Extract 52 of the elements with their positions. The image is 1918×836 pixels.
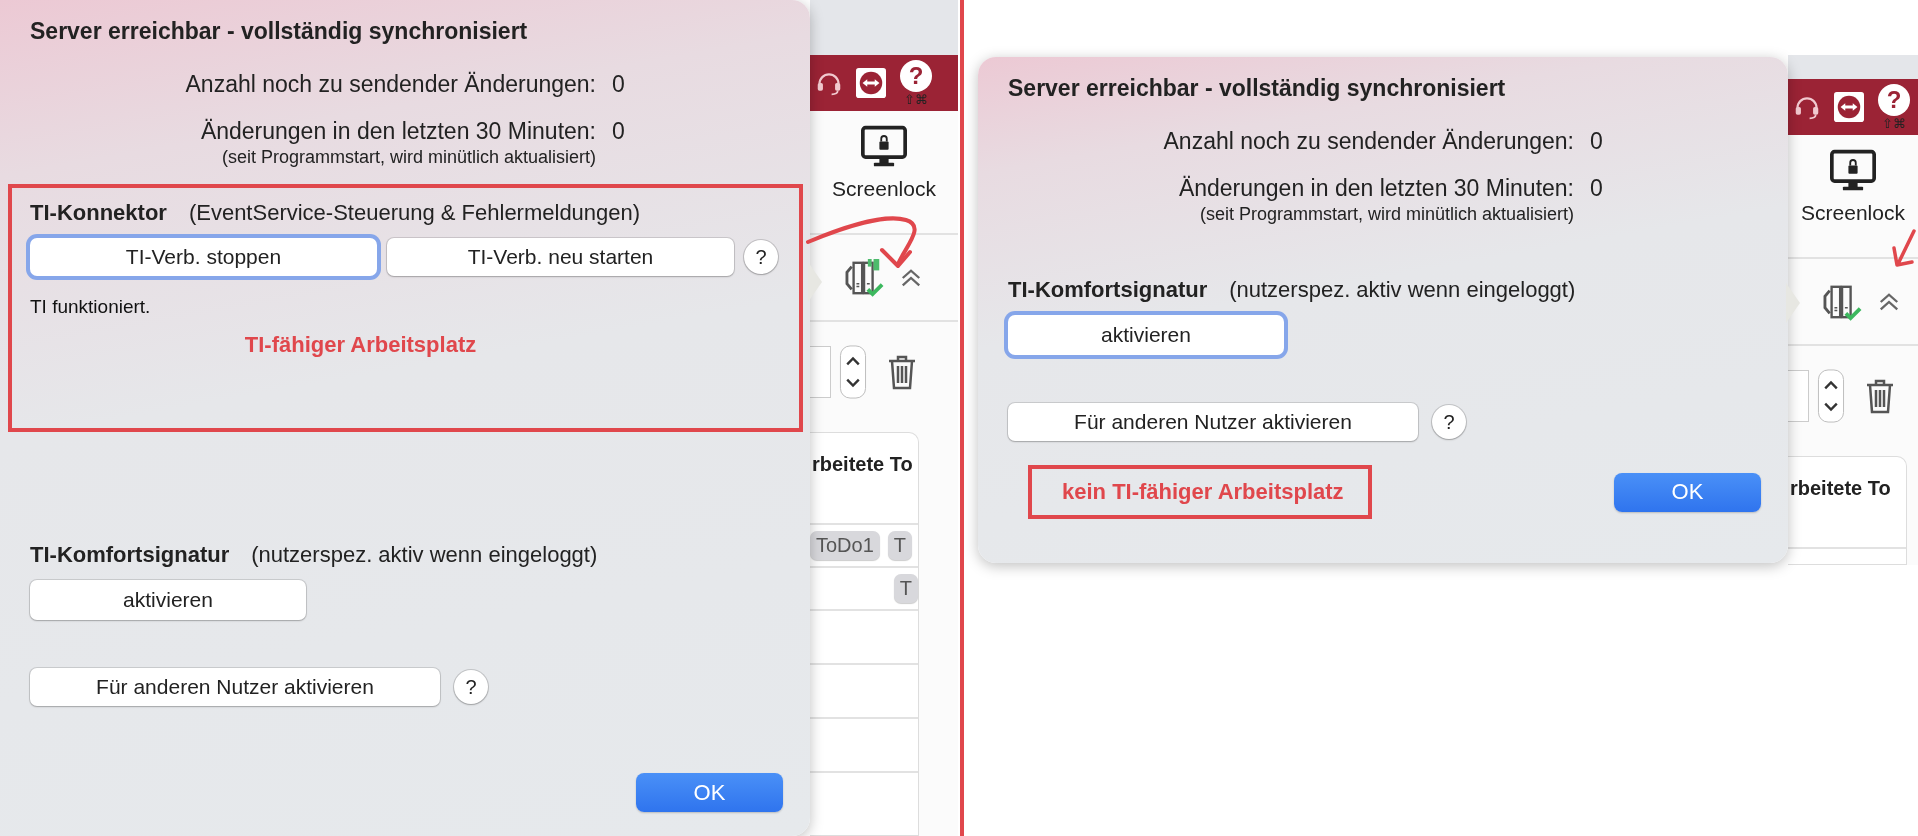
connector-check-icon[interactable] <box>844 258 886 297</box>
shortcut-label: ⇧⌘ <box>904 93 928 106</box>
todo-tag[interactable]: ToDo1 <box>810 531 880 560</box>
stat-label: Änderungen in den letzten 30 Minuten: <box>1178 175 1574 202</box>
stat-label: Änderungen in den letzten 30 Minuten: <box>200 118 596 145</box>
section-heading: TI-Komfortsignatur <box>1008 277 1208 303</box>
stats-note: (seit Programmstart, wird minütlich aktualisiert) <box>1198 204 1574 225</box>
activate-button[interactable]: aktivieren <box>30 580 306 620</box>
remote-arrows-icon[interactable] <box>856 68 886 98</box>
other-user-button[interactable]: Für anderen Nutzer aktivieren <box>30 668 440 706</box>
workstation-remark: TI-fähiger Arbeitsplatz <box>244 332 478 358</box>
status-text: TI funktioniert. <box>30 296 152 318</box>
help-button[interactable]: ? <box>454 670 488 704</box>
section-heading: TI-Konnektor <box>30 200 167 226</box>
stat-label: Anzahl noch zu sendender Änderungen: <box>185 71 596 98</box>
stat-value: 0 <box>1589 128 1603 155</box>
trash-icon[interactable] <box>1865 378 1895 414</box>
help-button[interactable]: ? <box>900 60 932 92</box>
todo-tag[interactable]: T <box>893 574 918 603</box>
section-subheading: (nutzerspez. aktiv wenn eingeloggt) <box>251 542 598 568</box>
stat-label: Anzahl noch zu sendender Änderungen: <box>1163 128 1574 155</box>
section-subheading: (EventService-Steuerung & Fehlermeldungen) <box>188 200 641 226</box>
monitor-lock-icon[interactable] <box>861 125 907 169</box>
stat-value: 0 <box>611 118 625 145</box>
section-heading: TI-Komfortsignatur <box>30 542 230 568</box>
ok-button[interactable]: OK <box>636 773 783 812</box>
card-header: rbeitete To <box>1788 457 1906 549</box>
card-header: rbeitete To <box>810 433 918 525</box>
stepper-control[interactable] <box>1817 369 1845 423</box>
screenlock-label: Screenlock <box>832 177 936 201</box>
todo-tag[interactable]: T <box>887 531 913 560</box>
help-button[interactable]: ? <box>1878 84 1910 116</box>
ok-button[interactable]: OK <box>1614 472 1761 512</box>
stats-note: (seit Programmstart, wird minütlich aktualisiert) <box>220 147 596 168</box>
number-field[interactable] <box>810 346 831 398</box>
help-button[interactable]: ? <box>744 240 778 274</box>
other-user-button[interactable]: Für anderen Nutzer aktivieren <box>1008 403 1418 441</box>
section-subheading: (nutzerspez. aktiv wenn eingeloggt) <box>1229 277 1576 303</box>
trash-icon[interactable] <box>887 354 917 390</box>
action-button[interactable]: TI-Verb. neu starten <box>387 238 734 276</box>
help-button[interactable]: ? <box>1432 405 1466 439</box>
shortcut-label: ⇧⌘ <box>1882 117 1906 130</box>
stat-value: 0 <box>611 71 625 98</box>
screenlock-label: Screenlock <box>1801 201 1905 225</box>
stepper-control[interactable] <box>839 345 867 399</box>
stat-value: 0 <box>1589 175 1603 202</box>
workstation-remark: kein TI-fähiger Arbeitsplatz <box>1028 465 1372 519</box>
status-title: Server erreichbar - vollständig synchronisiert <box>1008 75 1507 102</box>
status-title: Server erreichbar - vollständig synchronisiert <box>30 18 529 45</box>
remote-arrows-icon[interactable] <box>1834 92 1864 122</box>
monitor-lock-icon[interactable] <box>1830 149 1876 193</box>
number-field[interactable] <box>1788 370 1809 422</box>
